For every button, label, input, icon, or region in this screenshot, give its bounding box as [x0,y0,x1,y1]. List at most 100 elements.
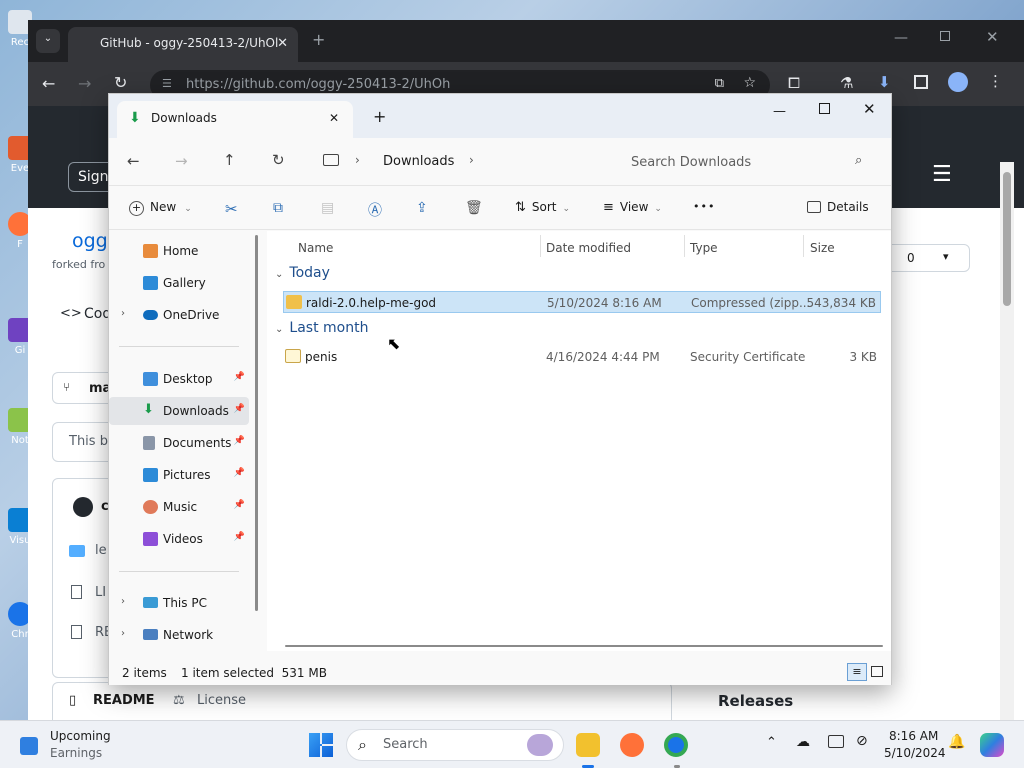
copilot-icon[interactable] [980,733,1004,757]
hamburger-menu-icon[interactable]: ☰ [932,162,952,187]
close-icon[interactable]: ✕ [986,28,999,46]
maximize-icon[interactable] [940,31,950,41]
file-explorer-icon[interactable] [576,733,600,757]
breadcrumb[interactable]: › Downloads › [311,145,601,179]
back-icon[interactable]: ← [42,74,55,93]
pin-icon[interactable]: 📌 [234,436,245,446]
firefox-icon[interactable] [620,733,644,757]
expand-chevron-icon[interactable]: › [121,308,125,319]
chrome-tab-github[interactable]: GitHub - oggy-250413-2/UhOl ✕ [68,27,298,62]
profile-avatar-icon[interactable] [948,72,968,92]
show-hidden-icons-chevron-icon[interactable]: ⌃ [766,735,777,750]
pin-icon[interactable]: 📌 [234,532,245,542]
column-header-date[interactable]: Date modified [546,241,631,255]
network-sound-icon[interactable]: ⊘ [856,733,868,749]
group-header-today[interactable]: ⌄ Today [275,265,330,281]
pin-icon[interactable]: 📌 [234,468,245,478]
extensions-icon[interactable]: ⧠ [788,74,800,92]
nav-item-videos[interactable]: Videos 📌 [109,525,249,553]
details-view-icon[interactable]: ≡ [847,663,867,681]
nav-item-onedrive[interactable]: › OneDrive [109,301,249,329]
column-header-size[interactable]: Size [810,241,835,255]
tab-license[interactable]: License [197,693,246,708]
cut-icon[interactable]: ✂ [225,186,238,230]
nav-item-home[interactable]: Home [109,237,249,265]
clock-date[interactable]: 5/10/2024 [884,746,946,760]
view-button[interactable]: ≡ View ⌄ [603,186,662,230]
delete-icon[interactable]: 🗑 [465,186,483,230]
download-icon[interactable]: ⬇ [878,73,891,91]
horizontal-scrollbar[interactable] [285,645,883,647]
install-icon[interactable]: ⧉ [715,76,724,91]
column-separator[interactable] [803,235,804,257]
rename-icon[interactable]: Ⓐ [368,186,382,230]
nav-item-gallery[interactable]: Gallery [109,269,249,297]
expand-chevron-icon[interactable]: › [121,596,125,607]
reload-icon[interactable]: ↻ [114,73,127,92]
display-icon[interactable] [828,735,844,748]
close-icon[interactable]: ✕ [863,100,876,118]
pin-icon[interactable]: 📌 [234,372,245,382]
copy-icon[interactable]: ⧉ [273,186,283,230]
column-separator[interactable] [684,235,685,257]
tab-readme[interactable]: README [93,693,155,708]
nav-item-downloads[interactable]: ⬇ Downloads 📌 [109,397,249,425]
tab-search-button[interactable]: ⌄ [36,29,60,53]
pin-icon[interactable]: 📌 [234,404,245,414]
start-windows-icon[interactable] [309,733,333,757]
new-button[interactable]: + New ⌄ [129,186,192,230]
labs-icon[interactable]: ⚗ [840,74,853,92]
pin-icon[interactable]: 📌 [234,500,245,510]
side-panel-icon[interactable] [914,75,928,89]
breadcrumb-item[interactable]: Downloads [383,154,454,169]
sort-button[interactable]: ⇅ Sort ⌄ [515,186,570,230]
new-tab-icon[interactable]: + [373,107,386,126]
tab-close-icon[interactable]: ✕ [277,36,288,51]
nav-item-documents[interactable]: Documents 📌 [109,429,249,457]
refresh-icon[interactable]: ↻ [272,151,285,169]
group-header-last-month[interactable]: ⌄ Last month [275,320,368,336]
nav-item-pictures[interactable]: Pictures 📌 [109,461,249,489]
file-row[interactable]: penis 4/16/2024 4:44 PM Security Certifi… [283,346,881,368]
new-tab-icon[interactable]: + [312,30,325,49]
file-row[interactable]: raldi-2.0.help-me-god 5/10/2024 8:16 AM … [283,291,881,313]
maximize-icon[interactable] [819,103,830,114]
kebab-menu-icon[interactable]: ⋮ [988,72,1003,90]
minimize-icon[interactable]: — [894,30,908,46]
repo-owner-link[interactable]: ogg [72,230,108,252]
site-info-icon[interactable]: ☰ [162,77,172,90]
search-input[interactable]: Search Downloads ⌕ [619,145,881,179]
forward-icon[interactable]: → [175,152,188,170]
taskbar-search[interactable]: ⌕ Search [346,729,564,761]
more-options-icon[interactable]: ••• [693,186,715,230]
nav-item-music[interactable]: Music 📌 [109,493,249,521]
nav-item-this-pc[interactable]: › This PC [109,589,249,617]
tab-close-icon[interactable]: ✕ [329,111,339,125]
weather-widget[interactable]: Upcoming Earnings [18,727,158,763]
explorer-tab-downloads[interactable]: ⬇ Downloads ✕ [117,101,353,138]
share-icon[interactable]: ⇪ [416,186,428,230]
nav-item-network[interactable]: › Network [109,621,249,649]
page-scrollbar[interactable] [1000,162,1014,720]
back-icon[interactable]: ← [127,152,140,170]
forward-icon[interactable]: → [78,74,91,93]
column-header-name[interactable]: Name [298,241,333,255]
column-header-type[interactable]: Type [690,241,718,255]
paste-icon[interactable]: ▤ [321,186,334,230]
nav-scrollbar[interactable] [255,235,258,611]
column-separator[interactable] [540,235,541,257]
up-icon[interactable]: ↑ [223,151,236,169]
bookmark-star-icon[interactable]: ☆ [743,75,756,91]
file-row-name[interactable]: le [95,543,107,558]
expand-chevron-icon[interactable]: › [121,628,125,639]
page-scrollbar-thumb[interactable] [1003,172,1011,306]
details-pane-button[interactable]: Details [807,186,869,230]
file-row-name[interactable]: LI [95,585,106,600]
minimize-icon[interactable]: — [773,104,786,119]
clock-time[interactable]: 8:16 AM [889,729,938,743]
onedrive-offline-icon[interactable]: ☁ [796,734,810,750]
chrome-icon[interactable] [664,733,688,757]
tiles-view-icon[interactable] [871,666,883,677]
nav-item-desktop[interactable]: Desktop 📌 [109,365,249,393]
notification-bell-icon[interactable]: 🔔 [948,734,965,750]
